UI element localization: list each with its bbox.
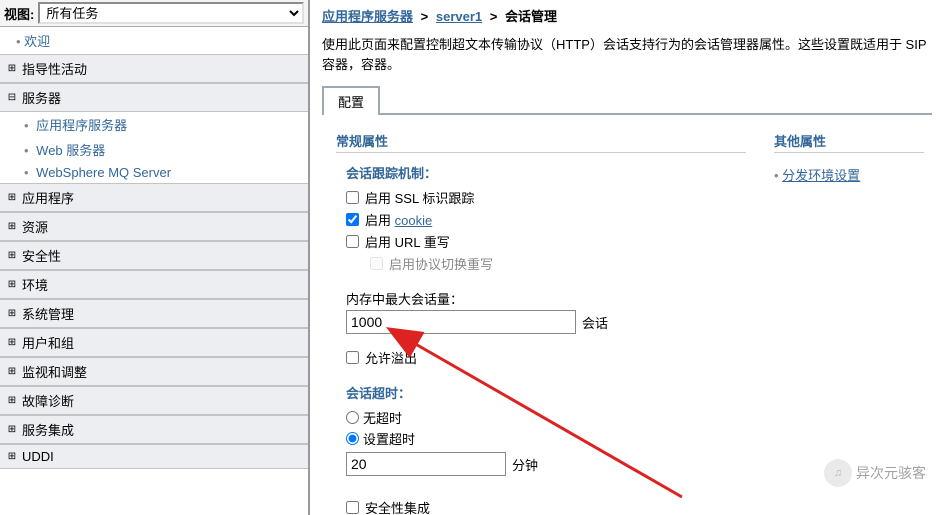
nav-group-label: 应用程序 — [22, 188, 74, 207]
security-integration-row[interactable]: 安全性集成 — [346, 498, 746, 515]
enable-url-row[interactable]: 启用 URL 重写 — [346, 232, 746, 251]
expand-icon: ⊞ — [6, 222, 18, 232]
no-timeout-row[interactable]: 无超时 — [346, 408, 746, 427]
nav-group-label: 用户和组 — [22, 333, 74, 352]
nav-group-header[interactable]: ⊞ 资源 — [0, 212, 308, 241]
expand-icon: ⊞ — [6, 280, 18, 290]
expand-icon: ⊞ — [6, 309, 18, 319]
expand-icon: ⊞ — [6, 251, 18, 261]
nav-group-label: 服务器 — [22, 88, 61, 107]
welcome-link[interactable]: 欢迎 — [24, 34, 50, 49]
nav-group-header[interactable]: ⊞ 安全性 — [0, 241, 308, 270]
max-sessions-unit: 会话 — [582, 313, 608, 332]
security-integration-checkbox[interactable] — [346, 501, 359, 514]
nav-group-label: 指导性活动 — [22, 59, 87, 78]
view-row: 视图: 所有任务 — [0, 0, 308, 27]
breadcrumb-link-2[interactable]: server1 — [436, 9, 482, 24]
expand-icon: ⊞ — [6, 193, 18, 203]
enable-cookie-checkbox[interactable] — [346, 213, 359, 226]
left-nav-panel: 视图: 所有任务 欢迎 ⊞ 指导性活动 ⊟ 服务器应用程序服务器 Web 服务器 WebS… — [0, 0, 310, 515]
cookie-link[interactable]: cookie — [395, 213, 433, 228]
nav-group-header[interactable]: ⊞ 指导性活动 — [0, 54, 308, 83]
nav-group-label: 服务集成 — [22, 420, 74, 439]
main-panel: 应用程序服务器 > server1 > 会话管理 使用此页面来配置控制超文本传输… — [310, 0, 944, 515]
nav-group-label: 系统管理 — [22, 304, 74, 323]
expand-icon: ⊞ — [6, 338, 18, 348]
view-label: 视图: — [4, 4, 34, 23]
timeout-unit: 分钟 — [512, 455, 538, 474]
nav-group-header[interactable]: ⊟ 服务器 — [0, 83, 308, 112]
nav-group-label: 故障诊断 — [22, 391, 74, 410]
nav-sub-item[interactable]: WebSphere MQ Server — [0, 162, 308, 183]
nav-group-label: 环境 — [22, 275, 48, 294]
expand-icon: ⊞ — [6, 452, 18, 462]
enable-protocol-label: 启用协议切换重写 — [389, 254, 493, 273]
tab-config[interactable]: 配置 — [322, 86, 380, 115]
enable-url-label: 启用 URL 重写 — [365, 232, 450, 251]
expand-icon: ⊞ — [6, 396, 18, 406]
page-description: 使用此页面来配置控制超文本传输协议（HTTP）会话支持行为的会话管理器属性。这些… — [322, 35, 932, 74]
timeout-value-input[interactable] — [346, 452, 506, 476]
enable-ssl-row[interactable]: 启用 SSL 标识跟踪 — [346, 188, 746, 207]
breadcrumb-link-1[interactable]: 应用程序服务器 — [322, 9, 413, 24]
tracking-subhead: 会话跟踪机制： — [346, 163, 746, 182]
section-other-title: 其他属性 — [774, 131, 924, 153]
nav-group-header[interactable]: ⊞ 监视和调整 — [0, 357, 308, 386]
expand-icon: ⊞ — [6, 64, 18, 74]
nav-group-label: 资源 — [22, 217, 48, 236]
nav-sub-link[interactable]: Web 服务器 — [36, 143, 105, 158]
enable-protocol-checkbox — [370, 257, 383, 270]
collapse-icon: ⊟ — [6, 93, 18, 103]
nav-group-label: UDDI — [22, 449, 54, 464]
nav-sub-item[interactable]: 应用程序服务器 — [0, 112, 308, 137]
distribution-settings-link[interactable]: 分发环境设置 — [782, 168, 860, 183]
allow-overflow-row[interactable]: 允许溢出 — [346, 348, 746, 367]
watermark-text: 异次元骇客 — [856, 463, 926, 483]
nav-group-header[interactable]: ⊞ 用户和组 — [0, 328, 308, 357]
breadcrumb: 应用程序服务器 > server1 > 会话管理 — [322, 0, 932, 31]
enable-cookie-row[interactable]: 启用 cookie — [346, 210, 746, 229]
nav-group-header[interactable]: ⊞ 服务集成 — [0, 415, 308, 444]
enable-protocol-row: 启用协议切换重写 — [370, 254, 746, 273]
nav-group-header[interactable]: ⊞ 系统管理 — [0, 299, 308, 328]
nav-sub-item[interactable]: Web 服务器 — [0, 137, 308, 162]
set-timeout-label: 设置超时 — [363, 429, 415, 448]
nav-group-header[interactable]: ⊞ 故障诊断 — [0, 386, 308, 415]
enable-ssl-label: 启用 SSL 标识跟踪 — [365, 188, 474, 207]
nav-sub-link[interactable]: 应用程序服务器 — [36, 118, 127, 133]
section-general-title: 常规属性 — [336, 131, 746, 153]
timeout-subhead: 会话超时： — [346, 383, 746, 402]
enable-ssl-checkbox[interactable] — [346, 191, 359, 204]
other-props-column: 其他属性 分发环境设置 — [774, 131, 924, 515]
no-timeout-radio[interactable] — [346, 411, 359, 424]
nav-welcome[interactable]: 欢迎 — [0, 27, 308, 54]
general-props-column: 常规属性 会话跟踪机制： 启用 SSL 标识跟踪 启用 cookie — [336, 131, 746, 515]
nav-sub-link[interactable]: WebSphere MQ Server — [36, 165, 171, 180]
nav-group-label: 安全性 — [22, 246, 61, 265]
view-select[interactable]: 所有任务 — [38, 2, 304, 24]
expand-icon: ⊞ — [6, 425, 18, 435]
max-sessions-input[interactable] — [346, 310, 576, 334]
watermark-logo-icon: ♫ — [824, 459, 852, 487]
allow-overflow-checkbox[interactable] — [346, 351, 359, 364]
nav-group-header[interactable]: ⊞ UDDI — [0, 444, 308, 469]
watermark: ♫ 异次元骇客 — [824, 459, 926, 487]
no-timeout-label: 无超时 — [363, 408, 402, 427]
tab-bar: 配置 — [322, 84, 932, 115]
set-timeout-row[interactable]: 设置超时 — [346, 429, 746, 448]
nav-group-header[interactable]: ⊞ 应用程序 — [0, 183, 308, 212]
expand-icon: ⊞ — [6, 367, 18, 377]
nav-group-label: 监视和调整 — [22, 362, 87, 381]
allow-overflow-label: 允许溢出 — [365, 348, 417, 367]
enable-url-checkbox[interactable] — [346, 235, 359, 248]
breadcrumb-current: 会话管理 — [505, 9, 557, 24]
set-timeout-radio[interactable] — [346, 432, 359, 445]
max-sessions-label: 内存中最大会话量： — [346, 289, 746, 308]
security-integration-label: 安全性集成 — [365, 498, 430, 515]
nav-group-header[interactable]: ⊞ 环境 — [0, 270, 308, 299]
